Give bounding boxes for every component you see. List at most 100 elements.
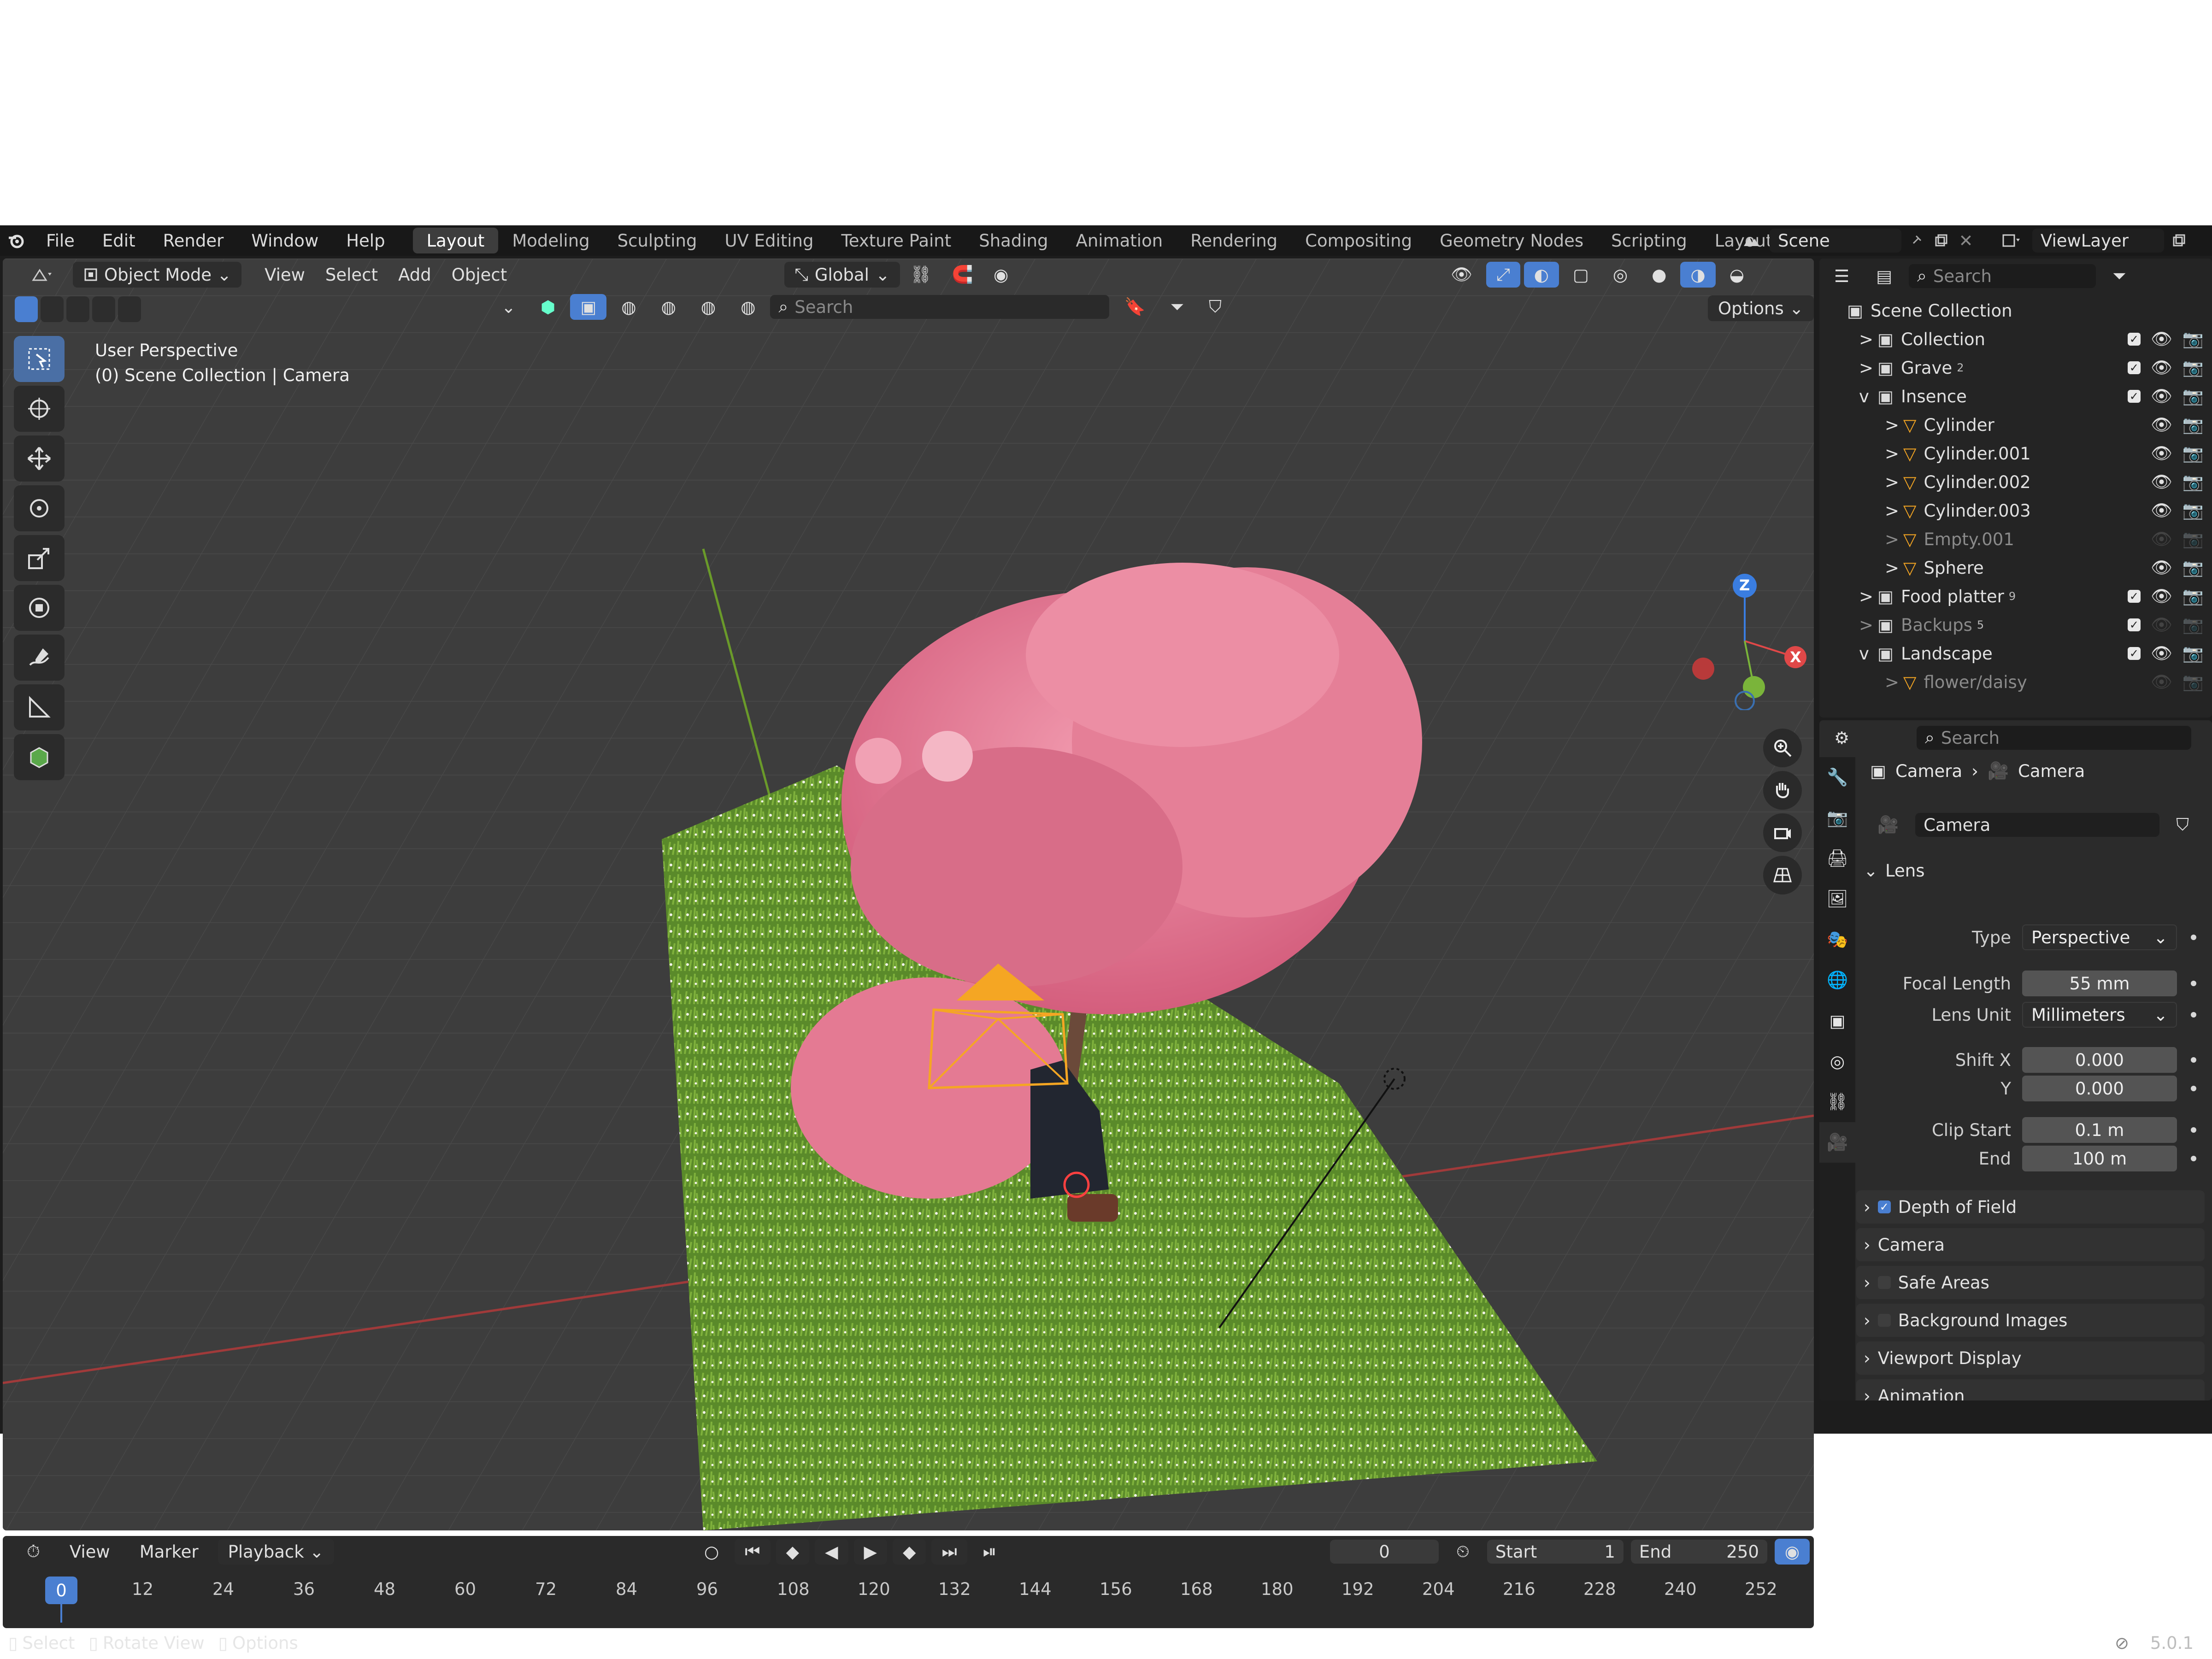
filter-icon-4[interactable]: ◍ — [730, 294, 765, 320]
start-frame-field[interactable]: Start 1 — [1487, 1540, 1624, 1564]
exclude-checkbox[interactable]: ✓ — [2127, 618, 2141, 631]
next-keyframe-icon[interactable]: ◆ — [893, 1539, 926, 1565]
add-cube-tool[interactable] — [14, 734, 65, 780]
menu-file[interactable]: File — [32, 225, 88, 256]
object-mode-dropdown[interactable]: Object Mode ⌄ — [73, 262, 242, 288]
panel-enable-checkbox[interactable]: ✓ — [1877, 1200, 1891, 1213]
auto-keying-icon[interactable]: ○ — [694, 1539, 729, 1565]
outliner-row[interactable]: > ▣ Collection ✓ 👁 📷 — [1819, 325, 2212, 353]
jump-end-icon[interactable]: ⏭ — [931, 1539, 967, 1565]
animate-property-dot[interactable] — [2191, 1127, 2196, 1133]
play-reverse-icon[interactable]: ◀ — [815, 1539, 848, 1565]
world-tab-icon[interactable]: 🌐 — [1819, 960, 1855, 1000]
render-camera-icon[interactable]: 📷 — [2183, 529, 2204, 549]
tab-sculpting[interactable]: Sculpting — [604, 228, 711, 253]
panel-enable-checkbox[interactable] — [1877, 1276, 1891, 1289]
chevron-right-icon[interactable]: > — [1885, 529, 1903, 549]
viewport-menu-object[interactable]: Object — [441, 262, 518, 288]
chevron-right-icon[interactable]: > — [1885, 444, 1903, 464]
perspective-toggle-icon[interactable] — [1763, 856, 1802, 894]
keyframe-filter-icon[interactable]: ◉ — [1774, 1539, 1810, 1565]
animate-property-dot[interactable] — [2191, 1057, 2196, 1063]
scene-name-field[interactable]: Scene — [1770, 229, 1901, 253]
bookmark-icon[interactable]: 🔖 — [1114, 294, 1155, 320]
lens-panel-header[interactable]: ⌄ Lens — [1856, 854, 2205, 887]
exclude-checkbox[interactable]: ✓ — [2127, 333, 2141, 346]
breadcrumb-object[interactable]: Camera — [1895, 761, 1962, 781]
properties-subpanel[interactable]: › Animation — [1856, 1379, 2205, 1400]
tab-uv-editing[interactable]: UV Editing — [711, 228, 827, 253]
delete-scene-icon[interactable]: ✕ — [1956, 231, 1976, 251]
animate-property-dot[interactable] — [2191, 1012, 2196, 1018]
current-frame-field[interactable]: 0 — [1330, 1540, 1439, 1564]
outliner-row[interactable]: > ▽ Cylinder.001 👁 📷 — [1819, 439, 2212, 468]
rotate-tool[interactable] — [14, 485, 65, 531]
outliner-row[interactable]: > ▽ Cylinder 👁 📷 — [1819, 411, 2212, 439]
tab-animation[interactable]: Animation — [1062, 228, 1177, 253]
eye-icon[interactable]: 👁 — [2151, 586, 2172, 606]
timeline-menu-marker[interactable]: Marker — [129, 1539, 209, 1565]
keying-set-icon[interactable]: ⏯ — [973, 1539, 1007, 1565]
chevron-right-icon[interactable]: > — [1859, 587, 1877, 606]
visibility-icon[interactable]: 👁 — [1441, 262, 1483, 288]
eye-icon[interactable]: 👁 — [2151, 500, 2172, 521]
zoom-icon[interactable] — [1763, 729, 1802, 767]
wireframe-shading-icon[interactable]: ◎ — [1603, 262, 1638, 288]
eye-icon[interactable]: 👁 — [2151, 615, 2172, 635]
object-tab-icon[interactable]: ▣ — [1819, 1000, 1855, 1041]
fake-user-shield-icon[interactable]: ⛉ — [2166, 812, 2199, 838]
play-icon[interactable]: ▶ — [853, 1539, 888, 1565]
tab-shading[interactable]: Shading — [965, 228, 1062, 253]
filter-icon[interactable]: ⏷ — [2102, 263, 2136, 289]
scene-collection-row[interactable]: ▣ Scene Collection — [1819, 296, 2212, 325]
display-mode-icon[interactable]: ▤ — [1866, 263, 1902, 289]
lens-select[interactable]: Millimeters ⌄ — [2022, 1002, 2177, 1028]
proportional-editing-icon[interactable]: ◉ — [983, 262, 1018, 288]
rendered-shading-icon[interactable]: ◒ — [1719, 262, 1754, 288]
properties-subpanel[interactable]: › Camera — [1856, 1228, 2205, 1261]
render-camera-icon[interactable]: 📷 — [2183, 472, 2204, 492]
eye-icon[interactable]: 👁 — [2151, 386, 2172, 406]
gizmo-toggle-icon[interactable]: ⤢ — [1486, 262, 1520, 288]
annotate-tool[interactable] — [14, 635, 65, 681]
camera-data-tab-icon[interactable]: 🎥 — [1819, 1122, 1855, 1163]
select-subtract-icon[interactable] — [66, 296, 89, 322]
outliner-row[interactable]: > ▽ Sphere 👁 📷 — [1819, 553, 2212, 582]
timeline-editor-icon[interactable]: ⏱ — [17, 1539, 50, 1565]
properties-subpanel[interactable]: › ✓ Depth of Field — [1856, 1190, 2205, 1224]
exclude-checkbox[interactable]: ✓ — [2127, 361, 2141, 374]
animate-property-dot[interactable] — [2191, 935, 2196, 940]
3d-viewport[interactable]: Object Mode ⌄ View Select Add Object ⤡ G… — [3, 259, 1814, 1530]
outliner-row[interactable]: > ▽ flower/daisy 👁 📷 — [1819, 668, 2212, 696]
select-intersect-icon[interactable] — [118, 296, 141, 322]
animate-property-dot[interactable] — [2191, 981, 2196, 986]
outliner-editor-icon[interactable]: ☰ — [1824, 263, 1859, 289]
outliner-row[interactable]: > ▽ Cylinder.002 👁 📷 — [1819, 468, 2212, 496]
snap-icon[interactable]: 🧲 — [942, 262, 983, 288]
render-camera-icon[interactable]: 📷 — [2183, 443, 2204, 464]
new-view-layer-icon[interactable] — [2169, 234, 2189, 247]
lens-number-field[interactable]: 55 mm — [2022, 971, 2177, 996]
editor-type-icon[interactable] — [21, 262, 64, 288]
select-box-tool[interactable] — [14, 336, 65, 382]
select-extend-icon[interactable] — [41, 296, 64, 322]
exclude-checkbox[interactable]: ✓ — [2127, 390, 2141, 403]
properties-subpanel[interactable]: › Background Images — [1856, 1304, 2205, 1337]
viewport-options-button[interactable]: Options ⌄ — [1708, 295, 1814, 321]
move-tool[interactable] — [14, 435, 65, 482]
render-camera-icon[interactable]: 📷 — [2183, 329, 2204, 349]
cursor-tool[interactable] — [14, 386, 65, 432]
shield-icon[interactable]: ⛉ — [1199, 294, 1232, 320]
food-platter-object[interactable] — [1067, 1194, 1118, 1222]
camera-datablock-field[interactable]: Camera — [1915, 813, 2160, 837]
lens-number-field[interactable]: 0.1 m — [2022, 1117, 2177, 1143]
scale-tool[interactable] — [14, 535, 65, 581]
pan-hand-icon[interactable] — [1763, 771, 1802, 810]
tab-compositing[interactable]: Compositing — [1291, 228, 1426, 253]
navigation-gizmo[interactable]: Z X — [1680, 572, 1814, 711]
render-camera-icon[interactable]: 📷 — [2183, 586, 2204, 606]
stopwatch-icon[interactable]: ⏲ — [1446, 1539, 1480, 1565]
outliner-search-input[interactable]: ⌕ Search — [1909, 264, 2096, 288]
exclude-checkbox[interactable]: ✓ — [2127, 590, 2141, 603]
chevron-right-icon[interactable]: > — [1885, 558, 1903, 578]
